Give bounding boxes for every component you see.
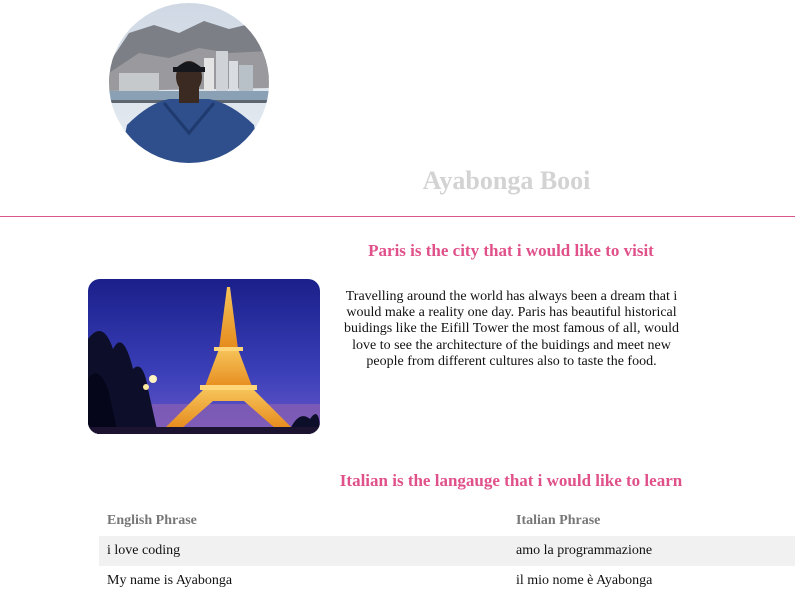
- column-header-english: English Phrase: [107, 512, 197, 528]
- phrase-table: English Phrase Italian Phrase i love cod…: [99, 505, 795, 591]
- eiffel-tower-image: [88, 279, 320, 434]
- page: Ayabonga Booi Paris is the city that i w…: [0, 0, 795, 591]
- italian-heading: Italian is the langauge that i would lik…: [339, 471, 683, 490]
- table-row: i love coding amo la programmazione: [99, 536, 795, 566]
- table-row: My name is Ayabonga il mio nome è Ayabon…: [99, 566, 795, 591]
- italian-phrase-cell: il mio nome è Ayabonga: [516, 573, 653, 588]
- profile-name: Ayabonga Booi: [422, 166, 591, 195]
- english-phrase-cell: i love coding: [99, 536, 508, 566]
- header-divider: [0, 216, 795, 217]
- italian-phrase-cell: amo la programmazione: [508, 536, 795, 566]
- paris-description: Travelling around the world has always b…: [343, 289, 680, 369]
- column-header-italian: Italian Phrase: [516, 512, 601, 528]
- english-phrase-cell: My name is Ayabonga: [107, 573, 233, 588]
- table-header-row: English Phrase Italian Phrase: [99, 505, 795, 536]
- paris-heading: Paris is the city that i would like to v…: [368, 241, 654, 260]
- profile-photo: [109, 3, 269, 163]
